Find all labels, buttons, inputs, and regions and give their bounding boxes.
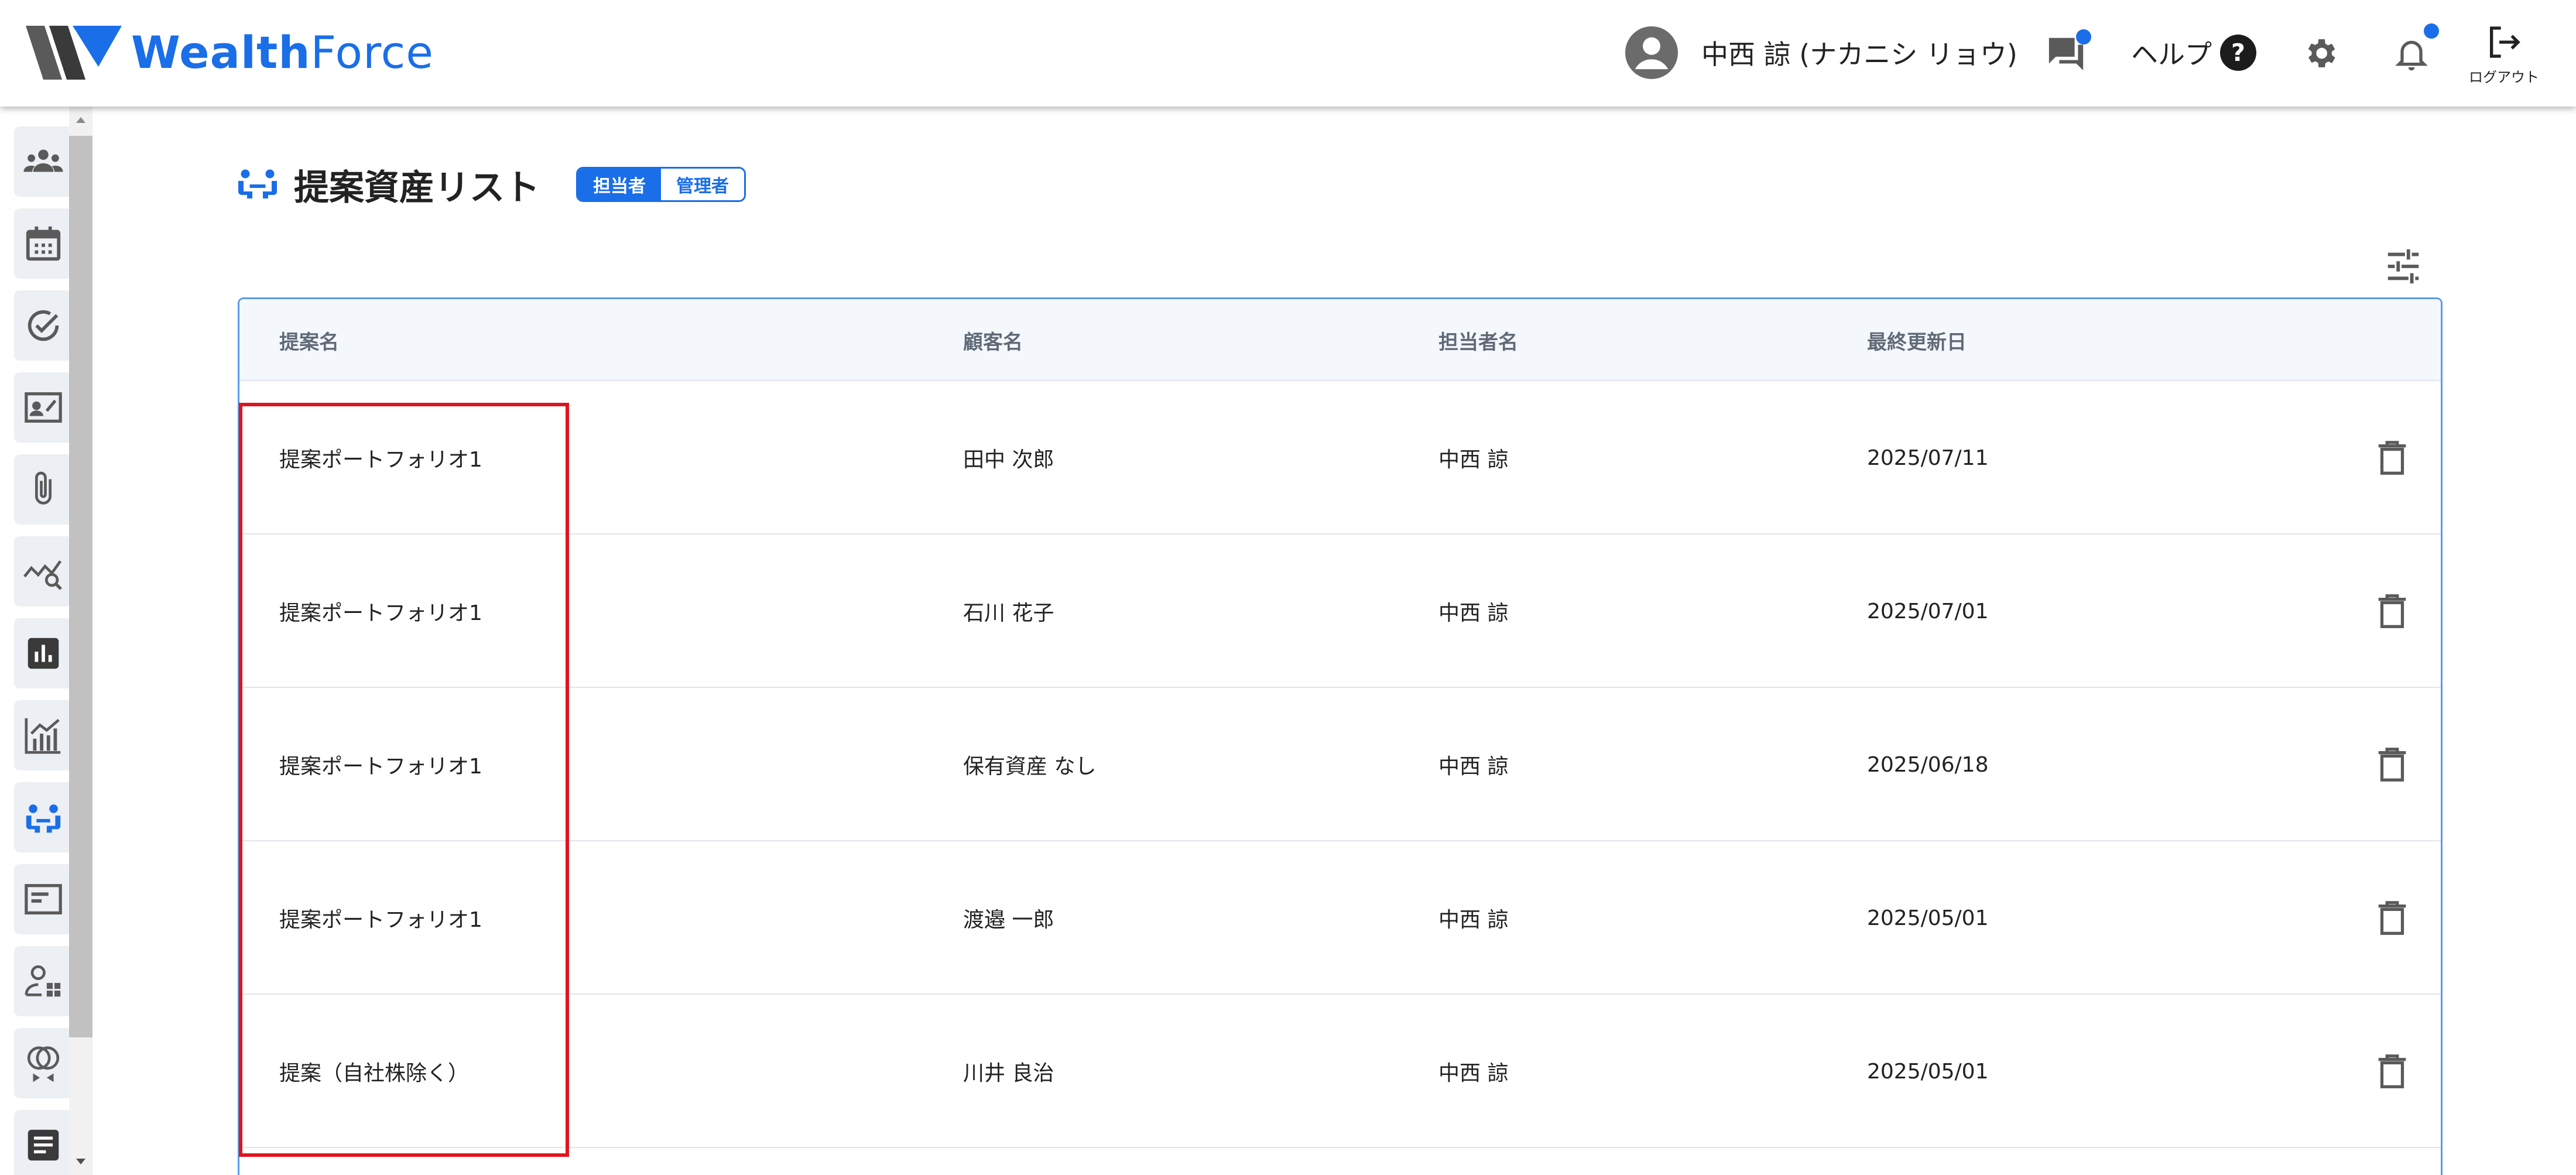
sidebar-item-customers[interactable] — [14, 126, 73, 197]
document-icon — [28, 1129, 59, 1161]
proposal-table: 提案名 顧客名 担当者名 最終更新日 提案ポートフォリオ1 田中 次郎 中西 諒… — [238, 297, 2443, 1175]
account-circle-icon — [1625, 26, 1678, 79]
chart-search-icon — [23, 560, 62, 590]
proposal-name[interactable]: 提案ポートフォリオ1 — [279, 381, 482, 535]
role-option-assignee[interactable]: 担当者 — [578, 169, 661, 200]
help-label: ヘルプ — [2131, 39, 2212, 70]
customer-name: 渡邉 一郎 — [963, 908, 1054, 932]
trash-icon[interactable] — [2372, 437, 2413, 478]
sidebar-item-links[interactable] — [14, 1028, 73, 1098]
page-title: 提案資産リスト — [294, 167, 540, 208]
meeting-icon — [26, 804, 61, 833]
updated-date: 2025/05/01 — [1867, 1059, 1989, 1084]
gear-icon — [2308, 39, 2335, 67]
user-name: 中西 諒 (ナカニシ リョウ) — [1701, 39, 2017, 70]
notifications-button[interactable] — [2385, 23, 2439, 80]
logout-icon — [2490, 26, 2520, 58]
sidebar-item-tasks[interactable] — [14, 290, 73, 361]
proposal-name[interactable]: 提案ポートフォリオ1 — [279, 841, 482, 995]
table-row[interactable]: 提案ポートフォリオ1 石川 花子 中西 諒 2025/07/01 — [239, 535, 2441, 688]
svg-text:?: ? — [2231, 39, 2245, 67]
paperclip-icon — [35, 471, 52, 505]
owner-name: 中西 諒 — [1438, 908, 1509, 932]
column-header-customer[interactable]: 顧客名 — [963, 299, 1023, 381]
owner-name: 中西 諒 — [1438, 755, 1509, 779]
logo-mark-icon — [26, 26, 122, 80]
scroll-thumb[interactable] — [69, 136, 93, 1037]
notification-dot — [2424, 23, 2439, 39]
contact-card-icon — [25, 392, 62, 423]
customer-name: 石川 花子 — [963, 601, 1054, 625]
trash-icon[interactable] — [2372, 744, 2413, 785]
proposal-name[interactable]: 提案（自社株除く） — [279, 995, 469, 1148]
sidebar-item-analysis[interactable] — [14, 536, 73, 607]
people-icon — [23, 149, 63, 172]
proposal-name[interactable]: 提案ポートフォリオ1 — [279, 688, 482, 841]
updated-date: 2025/07/01 — [1867, 599, 1989, 624]
chat-button[interactable] — [2040, 27, 2092, 80]
owner-name: 中西 諒 — [1438, 1061, 1509, 1085]
list-card-icon — [25, 884, 62, 914]
column-header-updated[interactable]: 最終更新日 — [1867, 299, 1967, 381]
sidebar-scrollbar[interactable] — [69, 107, 93, 1175]
help-button[interactable]: ヘルプ ? — [2131, 26, 2256, 80]
sidebar-nav — [0, 107, 94, 1175]
proposal-name[interactable]: 提案ポートフォリオ1 — [279, 535, 482, 688]
table-row[interactable]: 提案ポートフォリオ1 田中 次郎 中西 諒 2025/07/11 — [239, 381, 2441, 535]
scroll-up-icon[interactable] — [74, 114, 88, 125]
tune-filter-icon[interactable] — [2383, 246, 2424, 287]
brand-name: WealthForce — [131, 26, 434, 78]
sidebar-item-attachments[interactable] — [14, 454, 73, 525]
table-header: 提案名 顧客名 担当者名 最終更新日 — [239, 299, 2441, 381]
updated-date: 2025/05/01 — [1867, 906, 1989, 930]
meeting-icon — [238, 169, 277, 198]
trash-icon[interactable] — [2372, 591, 2413, 632]
top-header: WealthForce 中西 諒 (ナカニシ リョウ) ヘルプ ? ログアウト — [0, 0, 2576, 107]
updated-date: 2025/07/11 — [1867, 446, 1989, 470]
customer-name: 保有資産 なし — [963, 755, 1097, 779]
sidebar-item-notes[interactable] — [14, 1110, 73, 1175]
sidebar-item-growth[interactable] — [14, 700, 73, 770]
link-rings-icon — [27, 1046, 60, 1082]
updated-date: 2025/06/18 — [1867, 752, 1989, 777]
page-title-row: 提案資産リスト 担当者 管理者 — [237, 158, 746, 211]
growth-chart-icon — [25, 718, 61, 754]
help-icon: ? — [2220, 35, 2256, 71]
logout-label: ログアウト — [2469, 69, 2539, 85]
trash-icon[interactable] — [2372, 897, 2413, 938]
role-option-admin[interactable]: 管理者 — [661, 169, 744, 200]
person-grid-icon — [25, 965, 61, 997]
sidebar-item-calendar[interactable] — [14, 208, 73, 279]
table-row[interactable]: 提案ポートフォリオ1 保有資産 なし 中西 諒 2025/06/18 — [239, 688, 2441, 841]
table-row[interactable]: 提案（自社株除く） 川井 良治 中西 諒 2025/05/01 — [239, 995, 2441, 1148]
logout-button[interactable]: ログアウト — [2466, 23, 2542, 100]
customer-name: 川井 良治 — [963, 1061, 1054, 1085]
trash-icon[interactable] — [2372, 1051, 2413, 1092]
chat-notification-dot — [2076, 29, 2091, 44]
table-row[interactable]: 提案ポートフォリオ1 渡邉 一郎 中西 諒 2025/05/01 — [239, 841, 2441, 995]
user-menu[interactable]: 中西 諒 (ナカニシ リョウ) — [1625, 26, 2017, 80]
sidebar-item-reports[interactable] — [14, 618, 73, 688]
bell-icon — [2395, 40, 2428, 71]
sidebar-item-contacts[interactable] — [14, 372, 73, 443]
wealthforce-logo[interactable]: WealthForce — [26, 26, 434, 80]
calendar-icon — [26, 226, 61, 261]
customer-name: 田中 次郎 — [963, 448, 1054, 472]
settings-button[interactable] — [2294, 27, 2347, 80]
column-header-proposal[interactable]: 提案名 — [279, 299, 339, 381]
sidebar-item-staff[interactable] — [14, 946, 73, 1016]
owner-name: 中西 諒 — [1438, 601, 1509, 625]
check-circle-icon — [28, 310, 59, 341]
column-header-owner[interactable]: 担当者名 — [1438, 299, 1518, 381]
sidebar-item-documents[interactable] — [14, 864, 73, 934]
scroll-down-icon[interactable] — [74, 1156, 88, 1168]
bar-chart-icon — [28, 638, 59, 669]
owner-name: 中西 諒 — [1438, 448, 1509, 472]
role-toggle: 担当者 管理者 — [576, 167, 746, 202]
sidebar-item-proposals[interactable] — [14, 782, 73, 852]
